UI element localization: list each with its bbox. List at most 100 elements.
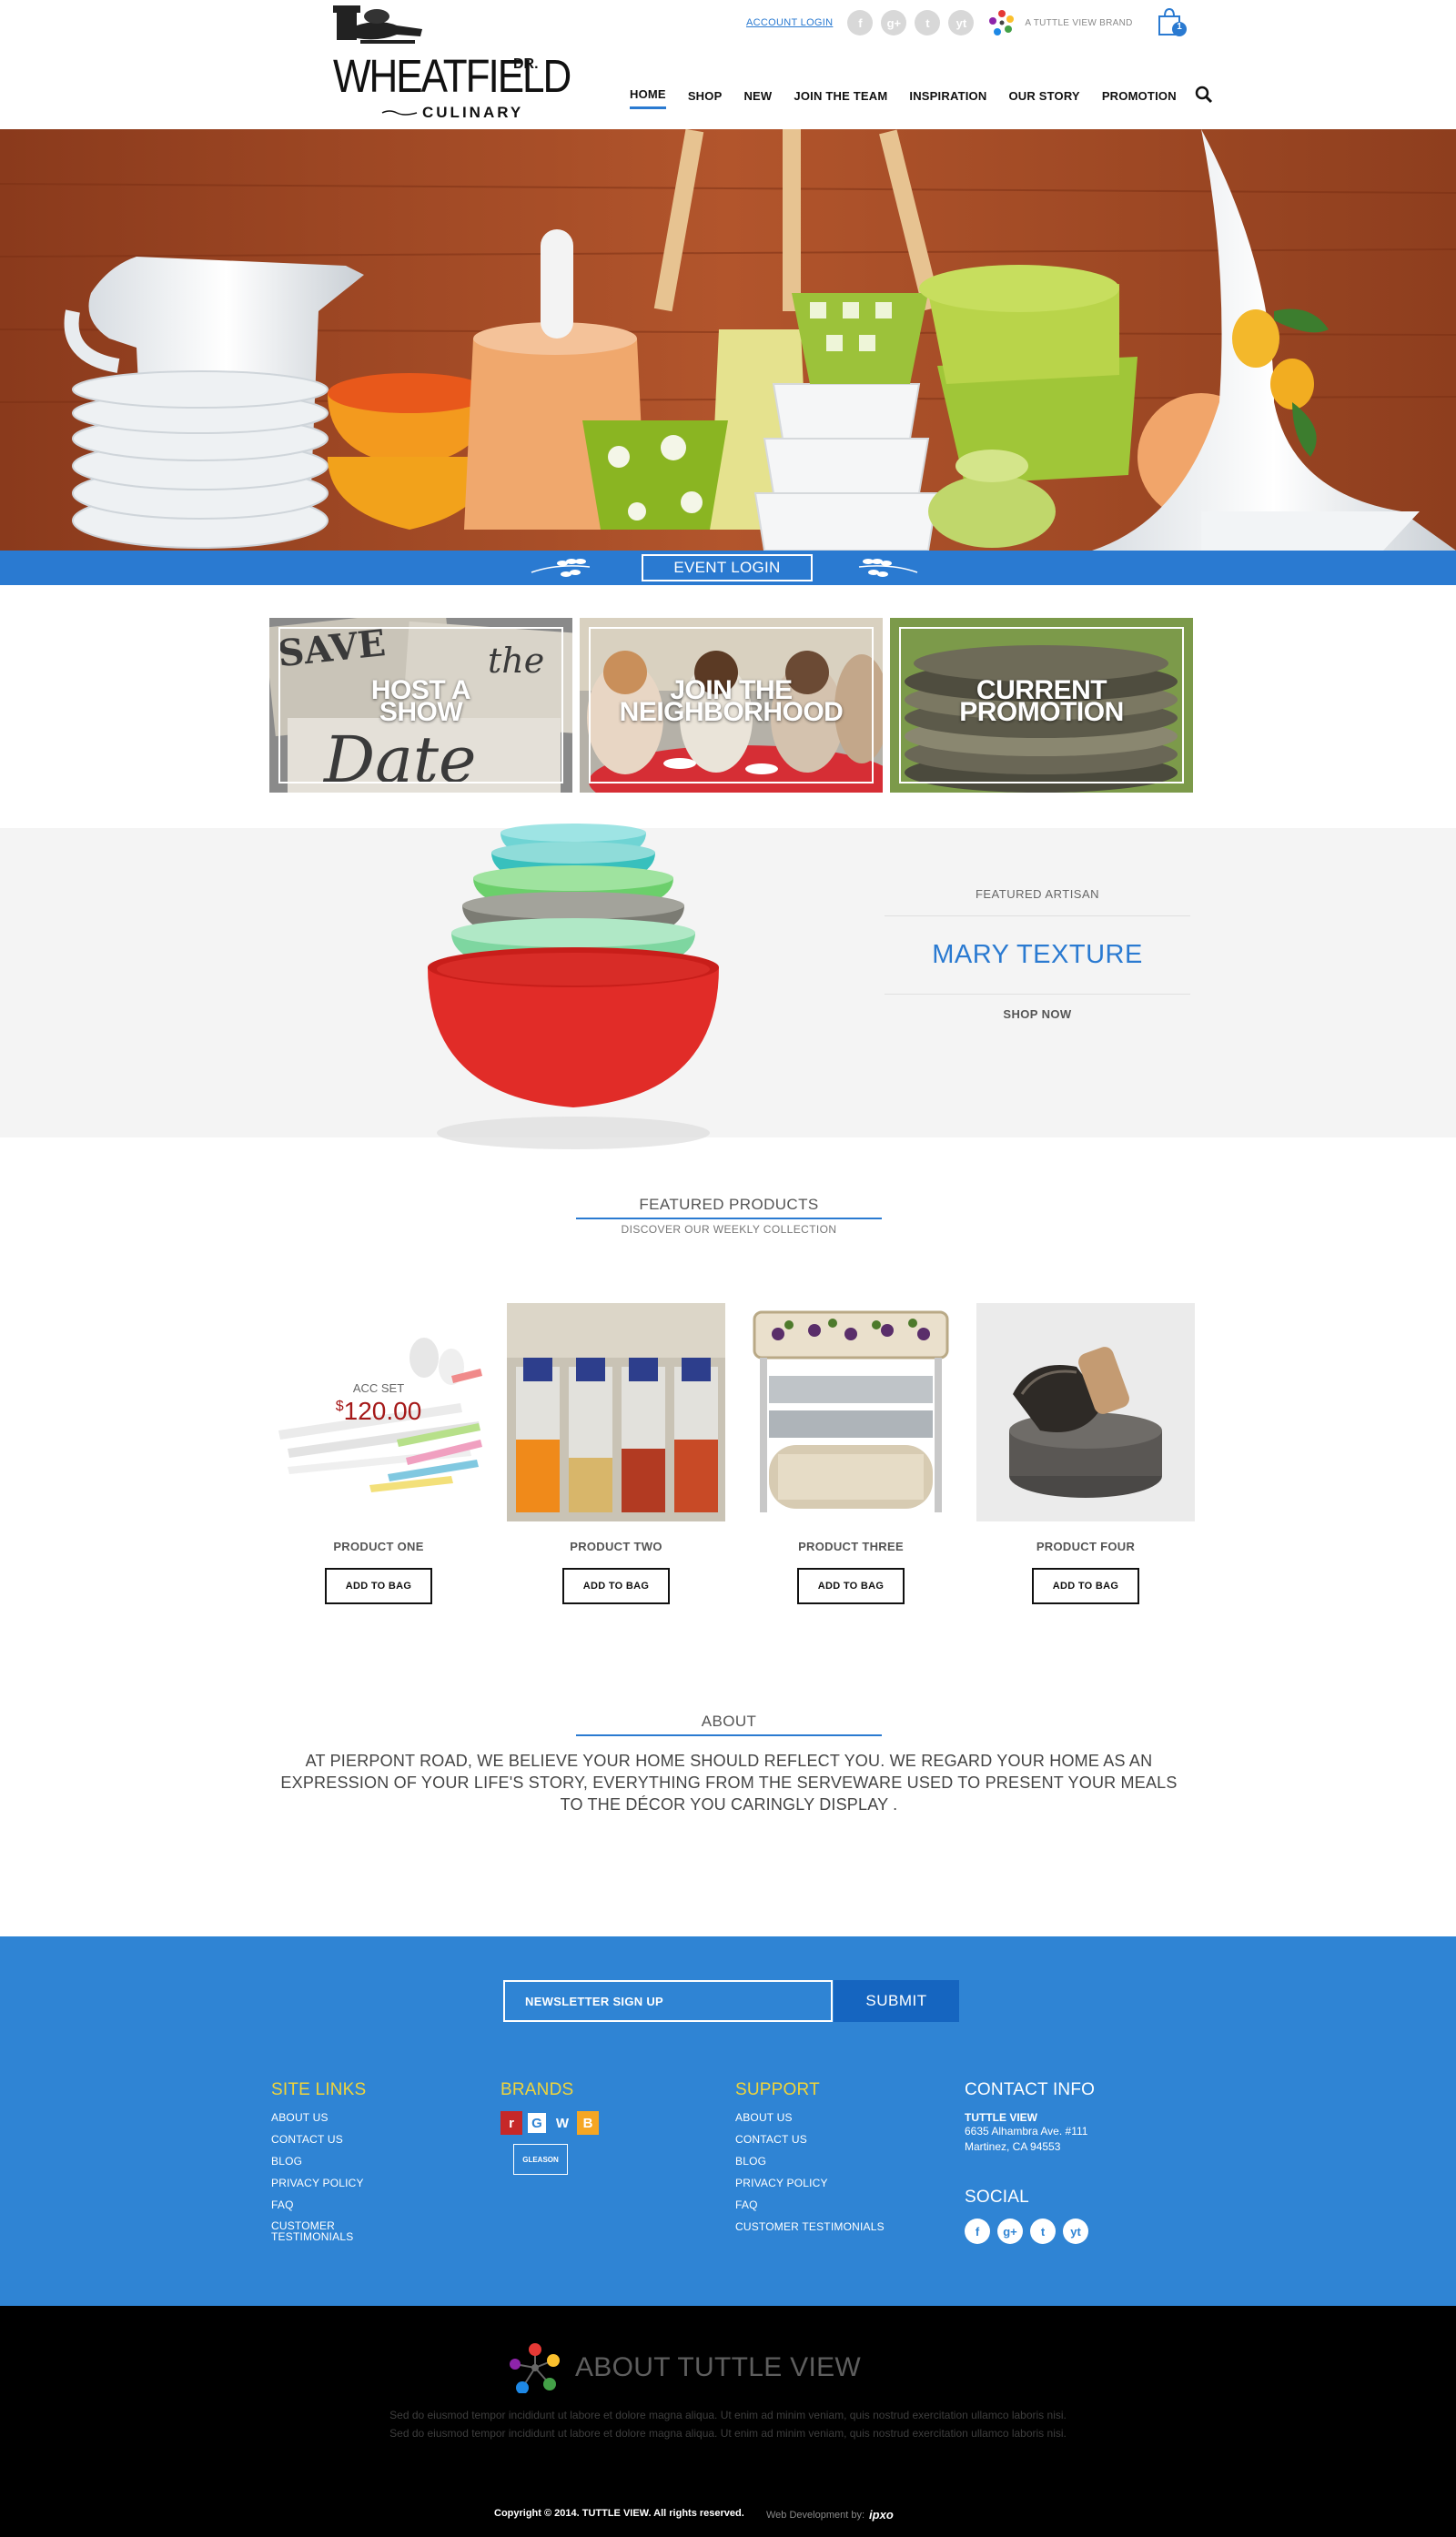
brand-logo-r[interactable]: r xyxy=(500,2111,522,2135)
google-plus-icon[interactable]: g+ xyxy=(997,2219,1023,2244)
nav-shop[interactable]: SHOP xyxy=(688,89,723,108)
cart-count-badge: 1 xyxy=(1177,22,1182,32)
about-text: AT PIERPONT ROAD, WE BELIEVE YOUR HOME S… xyxy=(280,1752,1178,1814)
search-button[interactable] xyxy=(1195,86,1215,106)
site-logo[interactable]: WHEATFIELD DR. CULINARY xyxy=(333,5,571,122)
brand-logo-g[interactable]: G xyxy=(526,2111,548,2135)
shaving-brush-image xyxy=(976,1303,1195,1521)
ipxo-logo: ipxo xyxy=(869,2508,894,2522)
nav-join-the-team[interactable]: JOIN THE TEAM xyxy=(794,89,887,108)
about-title-text: ABOUT TUTTLE VIEW xyxy=(575,2352,862,2382)
tile-label: CURRENT PROMOTION xyxy=(959,675,1124,727)
tile-label: HOST A SHOW xyxy=(370,675,471,727)
product-name[interactable]: PRODUCT TWO xyxy=(507,1540,725,1553)
paper-towel-holder-image xyxy=(742,1303,960,1521)
support-link-contact-us[interactable]: CONTACT US xyxy=(735,2133,885,2146)
nav-our-story[interactable]: OUR STORY xyxy=(1008,89,1079,108)
nav-new[interactable]: NEW xyxy=(743,89,772,108)
footer-link-contact-us[interactable]: CONTACT US xyxy=(271,2133,366,2146)
brand-logo-w[interactable]: W xyxy=(551,2111,573,2135)
nav-promotion[interactable]: PROMOTION xyxy=(1102,89,1177,108)
support-link-customer-testimonials[interactable]: CUSTOMER TESTIMONIALS xyxy=(735,2220,885,2233)
tuttle-view-logo-icon xyxy=(989,10,1015,35)
product-overlay: ACC SET $120.00 xyxy=(269,1381,488,1426)
google-plus-icon[interactable]: g+ xyxy=(881,10,907,35)
nav-inspiration[interactable]: INSPIRATION xyxy=(909,89,986,108)
support-link-about-us[interactable]: ABOUT US xyxy=(735,2111,885,2124)
footer-link-privacy-policy[interactable]: PRIVACY POLICY xyxy=(271,2177,366,2189)
product-card: ACC SET $120.00 PRODUCT ONE ADD TO BAG xyxy=(269,1303,488,1604)
footer-link-faq[interactable]: FAQ xyxy=(271,2198,366,2211)
account-login-link[interactable]: ACCOUNT LOGIN xyxy=(746,17,833,28)
footer-site-links: SITE LINKS ABOUT US CONTACT US BLOG PRIV… xyxy=(271,2080,366,2251)
facebook-icon[interactable]: f xyxy=(847,10,874,35)
footer-heading: SITE LINKS xyxy=(271,2080,367,2099)
footer-heading: BRANDS xyxy=(500,2080,574,2099)
footer-support: SUPPORT ABOUT US CONTACT US BLOG PRIVACY… xyxy=(735,2080,885,2242)
product-image[interactable] xyxy=(742,1303,960,1521)
top-utility-bar: ACCOUNT LOGIN f g+ t yt A TUTTLE VIEW BR… xyxy=(746,9,1133,36)
overlay-price: $120.00 xyxy=(335,1397,422,1425)
add-to-bag-button[interactable]: ADD TO BAG xyxy=(562,1568,670,1604)
product-image[interactable] xyxy=(507,1303,725,1521)
web-development-credit[interactable]: Web Development by: ipxo xyxy=(766,2508,894,2522)
add-to-bag-button[interactable]: ADD TO BAG xyxy=(1032,1568,1139,1604)
footer-link-about-us[interactable]: ABOUT US xyxy=(271,2111,366,2124)
youtube-icon[interactable]: yt xyxy=(1063,2219,1088,2244)
artisan-panel: FEATURED ARTISAN MARY TEXTURE SHOP NOW xyxy=(885,887,1190,1021)
gleason-label: GLEASON xyxy=(522,2155,559,2164)
support-link-privacy-policy[interactable]: PRIVACY POLICY xyxy=(735,2177,885,2189)
event-bar: EVENT LOGIN xyxy=(0,551,1456,585)
product-card: PRODUCT TWO ADD TO BAG xyxy=(507,1303,725,1604)
overlay-name: ACC SET xyxy=(352,1381,405,1395)
logo-dr: DR. xyxy=(513,56,539,72)
about-heading: ABOUT xyxy=(576,1713,882,1736)
footer-social: f g+ t yt xyxy=(965,2219,1095,2244)
twitter-icon[interactable]: t xyxy=(1030,2219,1056,2244)
footer-link-customer-testimonials[interactable]: CUSTOMER TESTIMONIALS xyxy=(271,2220,362,2242)
shop-now-link[interactable]: SHOP NOW xyxy=(885,995,1190,1021)
event-login-button[interactable]: EVENT LOGIN xyxy=(642,554,813,581)
hero-image xyxy=(0,129,1456,551)
laurel-right-icon xyxy=(858,559,918,577)
newsletter-input[interactable]: NEWSLETTER SIGN UP xyxy=(503,1980,833,2022)
product-image[interactable] xyxy=(976,1303,1195,1521)
product-card: PRODUCT THREE ADD TO BAG xyxy=(742,1303,960,1604)
brand-logo-b[interactable]: B xyxy=(577,2111,599,2135)
product-card: PRODUCT FOUR ADD TO BAG xyxy=(976,1303,1195,1604)
featured-products-heading: FEATURED PRODUCTS DISCOVER OUR WEEKLY CO… xyxy=(576,1196,882,1236)
twitter-icon[interactable]: t xyxy=(915,10,941,35)
contact-address-line2: Martinez, CA 94553 xyxy=(965,2140,1061,2153)
tile-host-a-show[interactable]: SAVE the Date HOST A SHOW xyxy=(269,618,572,793)
newsletter-submit-button[interactable]: SUBMIT xyxy=(834,1980,959,2022)
header-social: f g+ t yt xyxy=(847,10,975,35)
product-name[interactable]: PRODUCT FOUR xyxy=(976,1540,1195,1553)
footer-link-blog[interactable]: BLOG xyxy=(271,2155,366,2168)
tile-label: JOIN THE NEIGHBORHOOD xyxy=(619,675,844,727)
youtube-icon[interactable]: yt xyxy=(948,10,975,35)
artisan-kicker: FEATURED ARTISAN xyxy=(885,887,1190,916)
spice-jars-image xyxy=(507,1303,725,1521)
laurel-left-icon xyxy=(531,559,591,577)
facebook-icon[interactable]: f xyxy=(965,2219,990,2244)
contact-company: TUTTLE VIEW xyxy=(965,2111,1037,2124)
support-link-blog[interactable]: BLOG xyxy=(735,2155,885,2168)
add-to-bag-button[interactable]: ADD TO BAG xyxy=(797,1568,905,1604)
product-image[interactable]: ACC SET $120.00 xyxy=(269,1303,488,1521)
contact-address-line1: 6635 Alhambra Ave. #111 xyxy=(965,2125,1088,2138)
add-to-bag-button[interactable]: ADD TO BAG xyxy=(325,1568,432,1604)
artisan-name[interactable]: MARY TEXTURE xyxy=(885,916,1190,995)
tile-join-neighborhood[interactable]: JOIN THE NEIGHBORHOOD xyxy=(580,618,883,793)
section-title: ABOUT xyxy=(576,1713,882,1736)
tile-current-promotion[interactable]: CURRENT PROMOTION xyxy=(890,618,1193,793)
product-name[interactable]: PRODUCT THREE xyxy=(742,1540,960,1553)
nav-home[interactable]: HOME xyxy=(630,87,666,109)
copyright-text: Copyright © 2014. TUTTLE VIEW. All right… xyxy=(494,2508,744,2519)
brand-logo-gleason[interactable]: GLEASON xyxy=(513,2144,568,2175)
product-name[interactable]: PRODUCT ONE xyxy=(269,1540,488,1553)
tuttle-view-brand[interactable]: A TUTTLE VIEW BRAND xyxy=(988,9,1132,36)
site-header: WHEATFIELD DR. CULINARY ACCOUNT LOGIN f … xyxy=(0,0,1456,129)
support-link-faq[interactable]: FAQ xyxy=(735,2198,885,2211)
footer-social-heading: SOCIAL xyxy=(965,2188,1029,2207)
shopping-bag-button[interactable]: 1 xyxy=(1156,5,1187,38)
